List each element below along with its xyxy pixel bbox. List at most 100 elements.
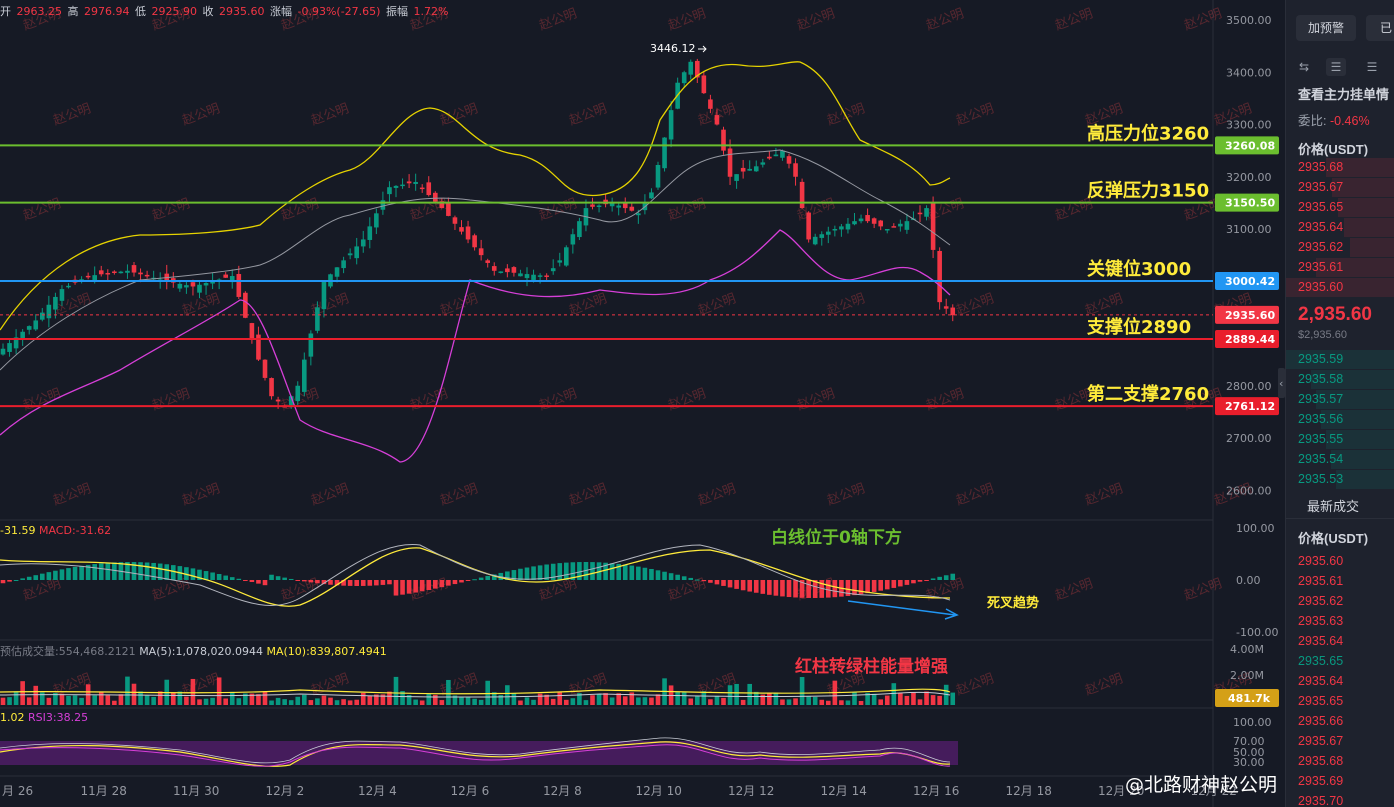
candle-body bbox=[433, 192, 438, 202]
macd-histogram-bar bbox=[465, 580, 471, 581]
watermark-text: 赵公明 bbox=[567, 481, 609, 508]
macd-histogram-bar bbox=[406, 580, 412, 594]
volume-axis-label: 4.00M bbox=[1230, 643, 1264, 656]
macd-histogram-bar bbox=[66, 568, 71, 580]
watermark-text: 赵公明 bbox=[438, 671, 480, 698]
volume-bar bbox=[308, 700, 314, 705]
volume-bar bbox=[341, 699, 346, 705]
bid-row[interactable]: 2935.53 bbox=[1298, 472, 1343, 486]
candle-body bbox=[485, 260, 490, 263]
volume-bar bbox=[839, 700, 844, 705]
bid-row[interactable]: 2935.59 bbox=[1298, 352, 1343, 366]
macd-histogram-bar bbox=[0, 580, 6, 584]
view-main-orders-link[interactable]: 查看主力挂单情 bbox=[1298, 84, 1389, 103]
watermark-text: 赵公明 bbox=[1083, 481, 1125, 508]
macd-histogram-bar bbox=[112, 562, 117, 580]
candle-body bbox=[937, 250, 942, 303]
candle-body bbox=[26, 326, 32, 330]
macd-histogram-bar bbox=[210, 572, 215, 580]
price-axis-label: 3200.00 bbox=[1226, 171, 1272, 184]
macd-histogram-bar bbox=[714, 580, 720, 585]
volume-bar bbox=[236, 698, 242, 705]
macd-histogram-bar bbox=[367, 580, 373, 586]
trade-row: 2935.65 bbox=[1298, 654, 1344, 668]
bid-row[interactable]: 2935.58 bbox=[1298, 372, 1343, 386]
macd-histogram-bar bbox=[950, 573, 956, 580]
volume-bar bbox=[812, 696, 818, 705]
trades-price-header: 价格(USDT) bbox=[1298, 531, 1369, 546]
candle-body bbox=[321, 281, 327, 310]
bid-row[interactable]: 2935.56 bbox=[1298, 412, 1343, 426]
volume-bar bbox=[550, 698, 556, 705]
watermark-text: 赵公明 bbox=[795, 386, 837, 413]
volume-bar bbox=[911, 692, 916, 705]
volume-bar bbox=[112, 700, 117, 705]
layout-asks-icon[interactable]: ☰ bbox=[1362, 58, 1382, 76]
ask-row[interactable]: 2935.68 bbox=[1298, 160, 1343, 174]
candle-body bbox=[577, 221, 582, 238]
candle-body bbox=[498, 271, 504, 273]
layout-bids-icon[interactable]: ☰ bbox=[1326, 58, 1346, 76]
candle-body bbox=[40, 312, 45, 320]
watermark-text: 赵公明 bbox=[150, 576, 192, 603]
ask-row[interactable]: 2935.61 bbox=[1298, 260, 1343, 274]
add-alert-button[interactable]: 加预警 bbox=[1296, 15, 1356, 41]
volume-bar bbox=[360, 692, 366, 705]
volume-bar bbox=[806, 696, 811, 705]
volume-bar bbox=[328, 697, 333, 705]
bid-row[interactable]: 2935.55 bbox=[1298, 432, 1343, 446]
time-axis-label: 12月 14 bbox=[821, 784, 867, 798]
candle-body bbox=[20, 331, 25, 339]
ask-row[interactable]: 2935.64 bbox=[1298, 220, 1343, 234]
watermark-text: 赵公明 bbox=[21, 196, 63, 223]
volume-bar bbox=[727, 685, 733, 705]
ask-row[interactable]: 2935.60 bbox=[1298, 280, 1343, 294]
candle-body bbox=[249, 323, 255, 339]
volume-bar bbox=[557, 691, 563, 705]
volume-bar bbox=[491, 692, 497, 705]
macd-histogram-bar bbox=[387, 580, 392, 585]
macd-histogram-bar bbox=[727, 580, 733, 588]
macd-histogram-bar bbox=[144, 562, 150, 580]
candle-body bbox=[347, 253, 353, 256]
volume-bar bbox=[7, 697, 12, 705]
price-tag-t3150: 3150.50 bbox=[1225, 197, 1275, 210]
chart-area[interactable]: 赵公明 赵公明 赵公明 赵公明 赵公明 赵公明 赵公明 赵公明 赵公明 赵公明 赵公明 赵公明 赵公明赵… bbox=[0, 0, 1285, 807]
secondary-button[interactable]: 已 bbox=[1366, 15, 1394, 41]
volume-bar bbox=[695, 696, 700, 705]
macd-histogram-bar bbox=[478, 577, 484, 580]
bid-row[interactable]: 2935.54 bbox=[1298, 452, 1343, 466]
time-axis-label: 12月 2 bbox=[266, 784, 305, 798]
macd-histogram-bar bbox=[419, 580, 425, 592]
macd-histogram-bar bbox=[229, 577, 235, 580]
candle-body bbox=[46, 304, 52, 319]
candle-body bbox=[184, 285, 189, 288]
recent-trades-tab[interactable]: 最新成交 bbox=[1307, 496, 1359, 515]
bid-row[interactable]: 2935.57 bbox=[1298, 392, 1343, 406]
volume-bar bbox=[446, 679, 451, 705]
ask-row[interactable]: 2935.65 bbox=[1298, 200, 1343, 214]
candle-body bbox=[144, 274, 150, 277]
macd-histogram-bar bbox=[760, 580, 766, 594]
ask-row[interactable]: 2935.62 bbox=[1298, 240, 1343, 254]
volume-bar bbox=[616, 693, 621, 705]
macd-histogram-bar bbox=[622, 564, 628, 580]
candle-body bbox=[413, 181, 418, 184]
last-price: 2,935.60 bbox=[1298, 304, 1372, 325]
candle-body bbox=[33, 320, 39, 330]
macd-histogram-bar bbox=[256, 580, 261, 584]
trade-row: 2935.65 bbox=[1298, 694, 1344, 708]
volume-bar bbox=[537, 693, 543, 705]
candle-body bbox=[360, 239, 366, 247]
ask-row[interactable]: 2935.67 bbox=[1298, 180, 1343, 194]
layout-both-icon[interactable]: ⇆ bbox=[1294, 58, 1314, 76]
watermark-text: 赵公明 bbox=[309, 101, 351, 128]
candle-body bbox=[262, 359, 268, 378]
trade-row: 2935.62 bbox=[1298, 594, 1344, 608]
trade-row: 2935.67 bbox=[1298, 734, 1344, 748]
candlestick-chart[interactable]: 赵公明 赵公明 赵公明 赵公明 赵公明 赵公明 赵公明 赵公明 赵公明 赵公明赵公明 赵公明 赵公明赵… bbox=[0, 0, 1285, 807]
volume-bar bbox=[184, 696, 189, 705]
candle-body bbox=[315, 307, 320, 331]
macd-histogram-bar bbox=[288, 578, 294, 580]
candle-body bbox=[793, 163, 798, 177]
